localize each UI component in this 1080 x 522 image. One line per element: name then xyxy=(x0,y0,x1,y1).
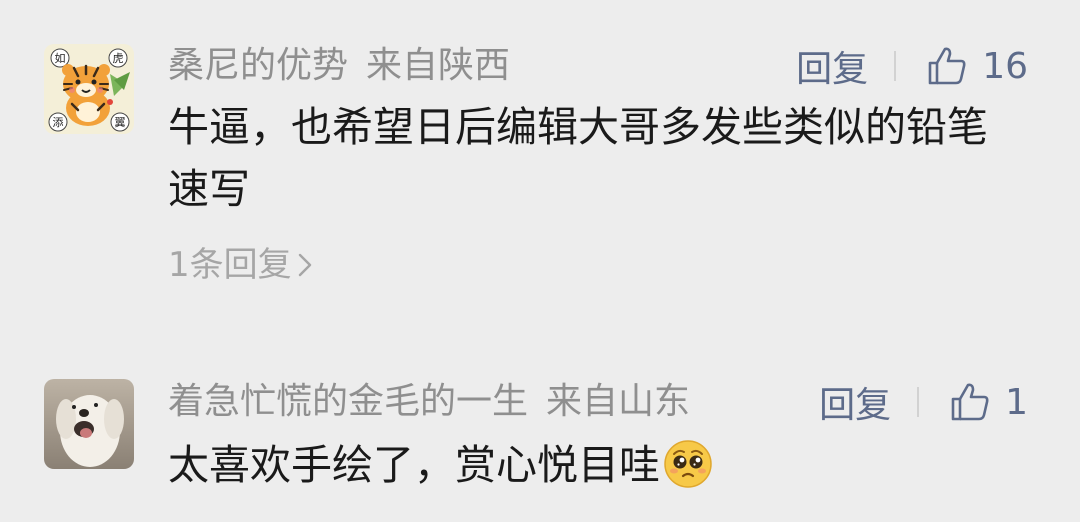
comment-text-line: 太喜欢手绘了，赏心悦目哇 xyxy=(168,434,1028,496)
author-name[interactable]: 桑尼的优势 xyxy=(168,45,348,86)
comment-author-line: 着急忙慌的金毛的一生 来自山东 xyxy=(168,378,690,426)
chevron-right-icon xyxy=(298,253,311,277)
comment-item: 如 虎 添 翼 桑尼的优势 来自陕西 回复 16 牛逼，也希望日后编辑大哥多发些… xyxy=(0,0,1080,330)
location-label: 来自陕西 xyxy=(366,45,511,86)
comment-actions: 回复 16 xyxy=(796,40,1028,92)
divider xyxy=(894,51,897,81)
comment-item: 着急忙慌的金毛的一生 来自山东 回复 1 太喜欢手绘了，赏心悦目哇 xyxy=(0,352,1080,522)
comment-text: 太喜欢手绘了，赏心悦目哇 xyxy=(168,441,660,489)
like-count: 1 xyxy=(1005,381,1028,423)
avatar-char: 添 xyxy=(53,115,64,129)
view-replies-link[interactable]: 1条回复 xyxy=(168,242,312,288)
reply-button[interactable]: 回复 xyxy=(819,376,891,428)
replies-count-label: 1条回复 xyxy=(168,245,292,285)
divider xyxy=(917,387,920,417)
dog-avatar-icon xyxy=(44,379,134,469)
comment-actions: 回复 1 xyxy=(819,376,1028,428)
avatar[interactable]: 如 虎 添 翼 xyxy=(44,44,134,134)
comment-text: 牛逼，也希望日后编辑大哥多发些类似的铅笔速写 xyxy=(168,103,988,213)
avatar[interactable] xyxy=(44,379,134,469)
avatar-char: 虎 xyxy=(113,52,124,65)
like-button[interactable]: 1 xyxy=(949,381,1028,423)
comment-author-line: 桑尼的优势 来自陕西 xyxy=(168,42,510,90)
thumbs-up-icon xyxy=(951,383,989,421)
pleading-face-emoji-icon xyxy=(664,440,712,488)
location-label: 来自山东 xyxy=(546,381,691,422)
avatar-char: 如 xyxy=(55,51,66,65)
like-count: 16 xyxy=(982,45,1028,87)
avatar-char: 翼 xyxy=(115,116,126,129)
comments-list: 如 虎 添 翼 桑尼的优势 来自陕西 回复 16 牛逼，也希望日后编辑大哥多发些… xyxy=(0,0,1080,522)
tiger-avatar-icon: 如 虎 添 翼 xyxy=(44,44,134,134)
thumbs-up-icon xyxy=(928,47,966,85)
like-button[interactable]: 16 xyxy=(926,45,1028,87)
author-name[interactable]: 着急忙慌的金毛的一生 xyxy=(168,381,528,422)
reply-button[interactable]: 回复 xyxy=(796,40,868,92)
